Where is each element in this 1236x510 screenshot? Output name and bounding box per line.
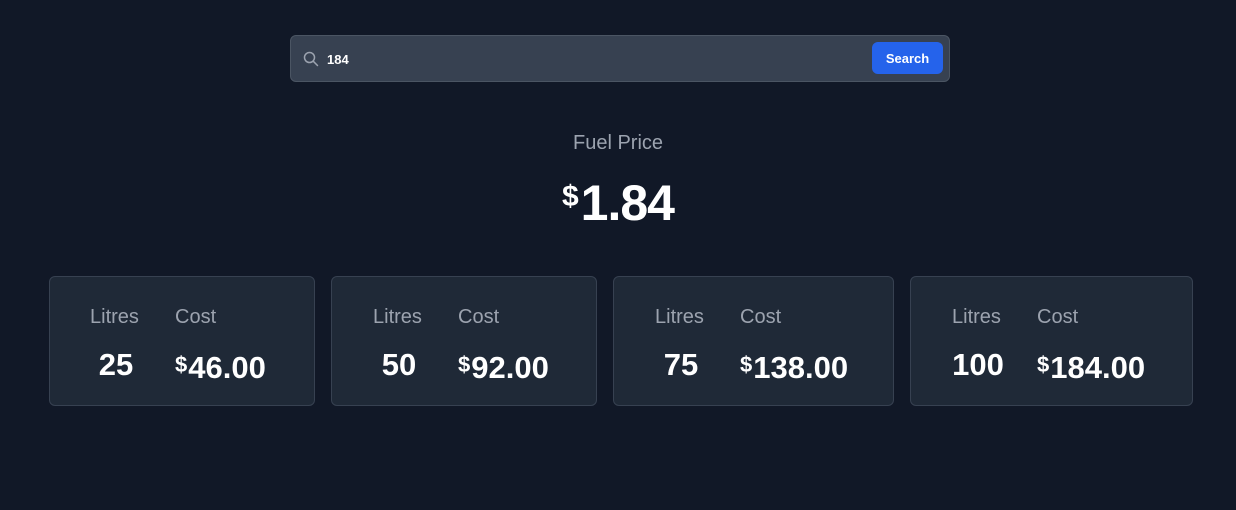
cost-label: Cost	[458, 306, 500, 328]
fuel-price-amount: 1.84	[580, 175, 675, 231]
cost-label: Cost	[740, 306, 782, 328]
currency-symbol: $	[1037, 352, 1050, 377]
cost-amount: 184.00	[1050, 350, 1146, 385]
fuel-cost-card: Litres Cost 100 $184.00	[910, 276, 1193, 406]
cost-value: $184.00	[1037, 347, 1145, 386]
cost-amount: 92.00	[471, 350, 549, 385]
fuel-cost-card: Litres Cost 75 $138.00	[613, 276, 894, 406]
currency-symbol: $	[458, 352, 471, 377]
fuel-cost-card: Litres Cost 50 $92.00	[331, 276, 597, 406]
search-button[interactable]: Search	[872, 42, 943, 74]
fuel-price-value: $1.84	[0, 167, 1236, 246]
currency-symbol: $	[561, 180, 579, 213]
litres-label: Litres	[90, 306, 139, 328]
cost-label: Cost	[175, 306, 217, 328]
search-bar: Search	[290, 35, 950, 82]
litres-value: 100	[952, 347, 1004, 382]
cost-value: $46.00	[175, 347, 266, 386]
search-input[interactable]	[327, 44, 867, 74]
fuel-cost-card: Litres Cost 25 $46.00	[49, 276, 315, 406]
litres-label: Litres	[373, 306, 422, 328]
litres-value: 25	[98, 347, 134, 382]
cost-label: Cost	[1037, 306, 1079, 328]
litres-label: Litres	[655, 306, 704, 328]
litres-label: Litres	[952, 306, 1001, 328]
fuel-price-label: Fuel Price	[572, 132, 664, 154]
cost-amount: 138.00	[753, 350, 849, 385]
litres-value: 75	[663, 347, 699, 382]
search-icon	[303, 51, 319, 67]
currency-symbol: $	[175, 352, 188, 377]
litres-value: 50	[381, 347, 417, 382]
cost-value: $138.00	[740, 347, 848, 386]
cost-value: $92.00	[458, 347, 549, 386]
cost-amount: 46.00	[188, 350, 266, 385]
currency-symbol: $	[740, 352, 753, 377]
